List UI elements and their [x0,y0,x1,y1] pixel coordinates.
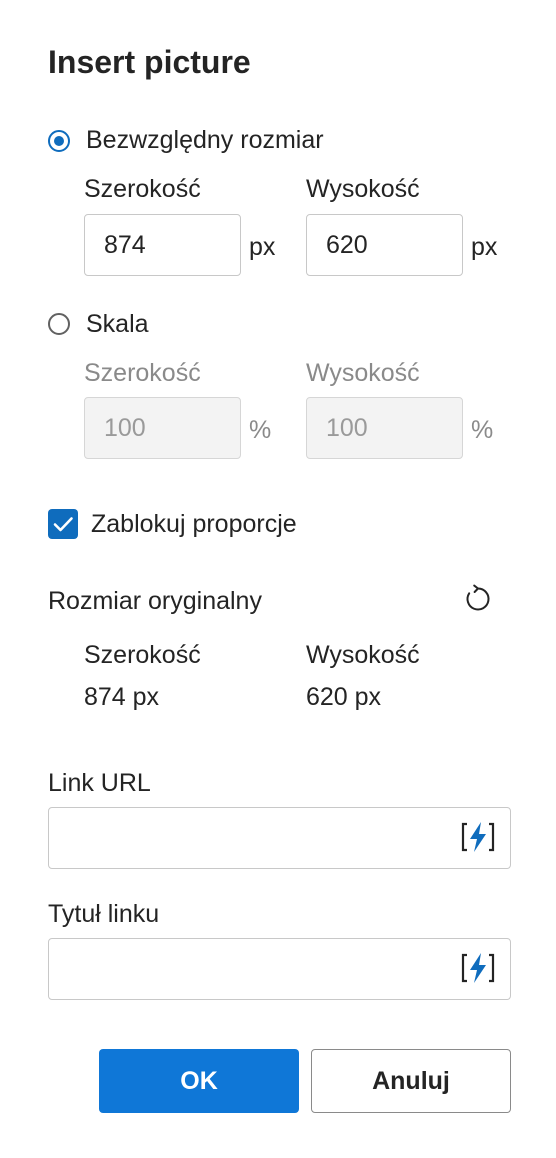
scale-height-unit: % [471,416,494,444]
absolute-height-unit: px [471,233,498,261]
absolute-size-label: Bezwzględny rozmiar [86,126,324,154]
lock-proportions-checkbox[interactable] [48,509,78,539]
link-url-label: Link URL [48,769,151,797]
scale-width-input[interactable] [84,397,241,459]
scale-height-input[interactable] [306,397,463,459]
scale-width-unit: % [249,416,272,444]
link-title-input[interactable] [48,938,511,1000]
absolute-width-input[interactable] [84,214,241,276]
insert-dynamic-content-icon[interactable] [459,949,497,987]
scale-radio[interactable] [48,313,70,335]
checkmark-icon [53,517,73,532]
absolute-width-label: Szerokość [84,175,201,203]
original-height-label: Wysokość [306,641,420,669]
link-title-label: Tytuł linku [48,900,160,928]
scale-label: Skala [86,310,149,338]
original-width-label: Szerokość [84,641,201,669]
original-height-value: 620 px [306,683,382,711]
absolute-width-unit: px [249,233,276,261]
link-url-input[interactable] [48,807,511,869]
original-width-value: 874 px [84,683,160,711]
insert-dynamic-content-icon[interactable] [459,818,497,856]
original-size-label: Rozmiar oryginalny [48,587,262,615]
cancel-button[interactable]: Anuluj [311,1049,511,1113]
lock-proportions-label: Zablokuj proporcje [91,510,297,538]
refresh-icon[interactable] [462,583,494,615]
dialog-title: Insert picture [48,44,251,80]
absolute-height-label: Wysokość [306,175,420,203]
ok-button[interactable]: OK [99,1049,299,1113]
absolute-height-input[interactable] [306,214,463,276]
absolute-size-radio[interactable] [48,130,70,152]
scale-width-label: Szerokość [84,359,201,387]
scale-height-label: Wysokość [306,359,420,387]
